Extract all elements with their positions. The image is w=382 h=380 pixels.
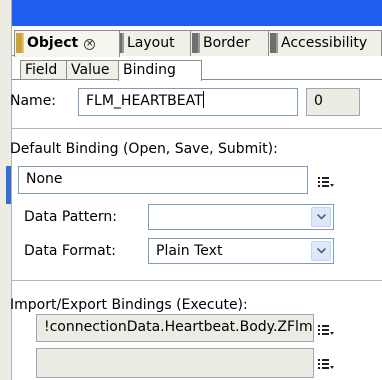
tab-layout[interactable]: Layout xyxy=(114,30,196,56)
data-format-label: Data Format: xyxy=(24,243,116,259)
import-export-label: Import/Export Bindings (Execute): xyxy=(10,297,248,313)
list-binding-icon[interactable] xyxy=(318,322,334,336)
outer-tab-strip: Object × Layout Border Accessibility xyxy=(12,30,382,57)
data-pattern-label: Data Pattern: xyxy=(24,209,117,225)
left-gutter xyxy=(0,0,12,380)
tab-border-label: Border xyxy=(203,35,250,51)
splitter-handle[interactable] xyxy=(6,166,11,204)
section-divider xyxy=(12,128,382,129)
inner-tab-strip: Field Value Binding xyxy=(12,60,382,81)
import-export-row-1[interactable]: !connectionData.Heartbeat.Body.ZFlmI xyxy=(36,314,314,342)
name-input[interactable]: FLM_HEARTBEAT xyxy=(78,88,298,116)
tab-binding-label: Binding xyxy=(123,62,176,78)
tab-grip-icon xyxy=(270,33,278,53)
name-value: FLM_HEARTBEAT xyxy=(86,93,203,109)
tab-binding[interactable]: Binding xyxy=(118,60,202,81)
tab-accessibility[interactable]: Accessibility xyxy=(268,30,382,56)
panel-title-bar xyxy=(12,0,382,26)
data-format-select[interactable]: Plain Text xyxy=(148,238,334,264)
tab-grip-icon xyxy=(192,33,200,53)
import-export-row-2[interactable] xyxy=(36,348,314,378)
chevron-down-icon[interactable] xyxy=(311,207,331,227)
import-export-row-1-value: !connectionData.Heartbeat.Body.ZFlmI xyxy=(44,319,314,335)
data-format-value: Plain Text xyxy=(156,243,223,259)
text-caret xyxy=(202,91,204,108)
object-palette: Object × Layout Border Accessibility Fiel… xyxy=(10,26,382,380)
chevron-down-icon[interactable] xyxy=(311,241,331,261)
default-binding-field[interactable]: None xyxy=(18,166,308,194)
section-divider xyxy=(12,280,382,281)
list-binding-icon[interactable] xyxy=(318,356,334,370)
tab-field[interactable]: Field xyxy=(20,60,68,80)
tab-object[interactable]: Object × xyxy=(14,30,120,57)
list-binding-icon[interactable] xyxy=(318,174,334,188)
tab-layout-label: Layout xyxy=(127,35,175,51)
default-binding-label: Default Binding (Open, Save, Submit): xyxy=(10,141,278,157)
tab-object-label: Object xyxy=(27,35,79,51)
name-index-field: 0 xyxy=(306,88,360,116)
tab-value-label: Value xyxy=(71,62,110,78)
data-pattern-select[interactable] xyxy=(148,204,334,230)
tab-accessibility-label: Accessibility xyxy=(281,35,368,51)
tab-border[interactable]: Border xyxy=(190,30,276,56)
name-index-value: 0 xyxy=(314,93,323,109)
close-icon[interactable]: × xyxy=(84,39,96,50)
default-binding-value: None xyxy=(26,171,63,187)
tab-grip-icon xyxy=(16,33,24,53)
name-label: Name: xyxy=(10,93,57,109)
tab-field-label: Field xyxy=(25,62,58,78)
tab-value[interactable]: Value xyxy=(66,60,120,80)
